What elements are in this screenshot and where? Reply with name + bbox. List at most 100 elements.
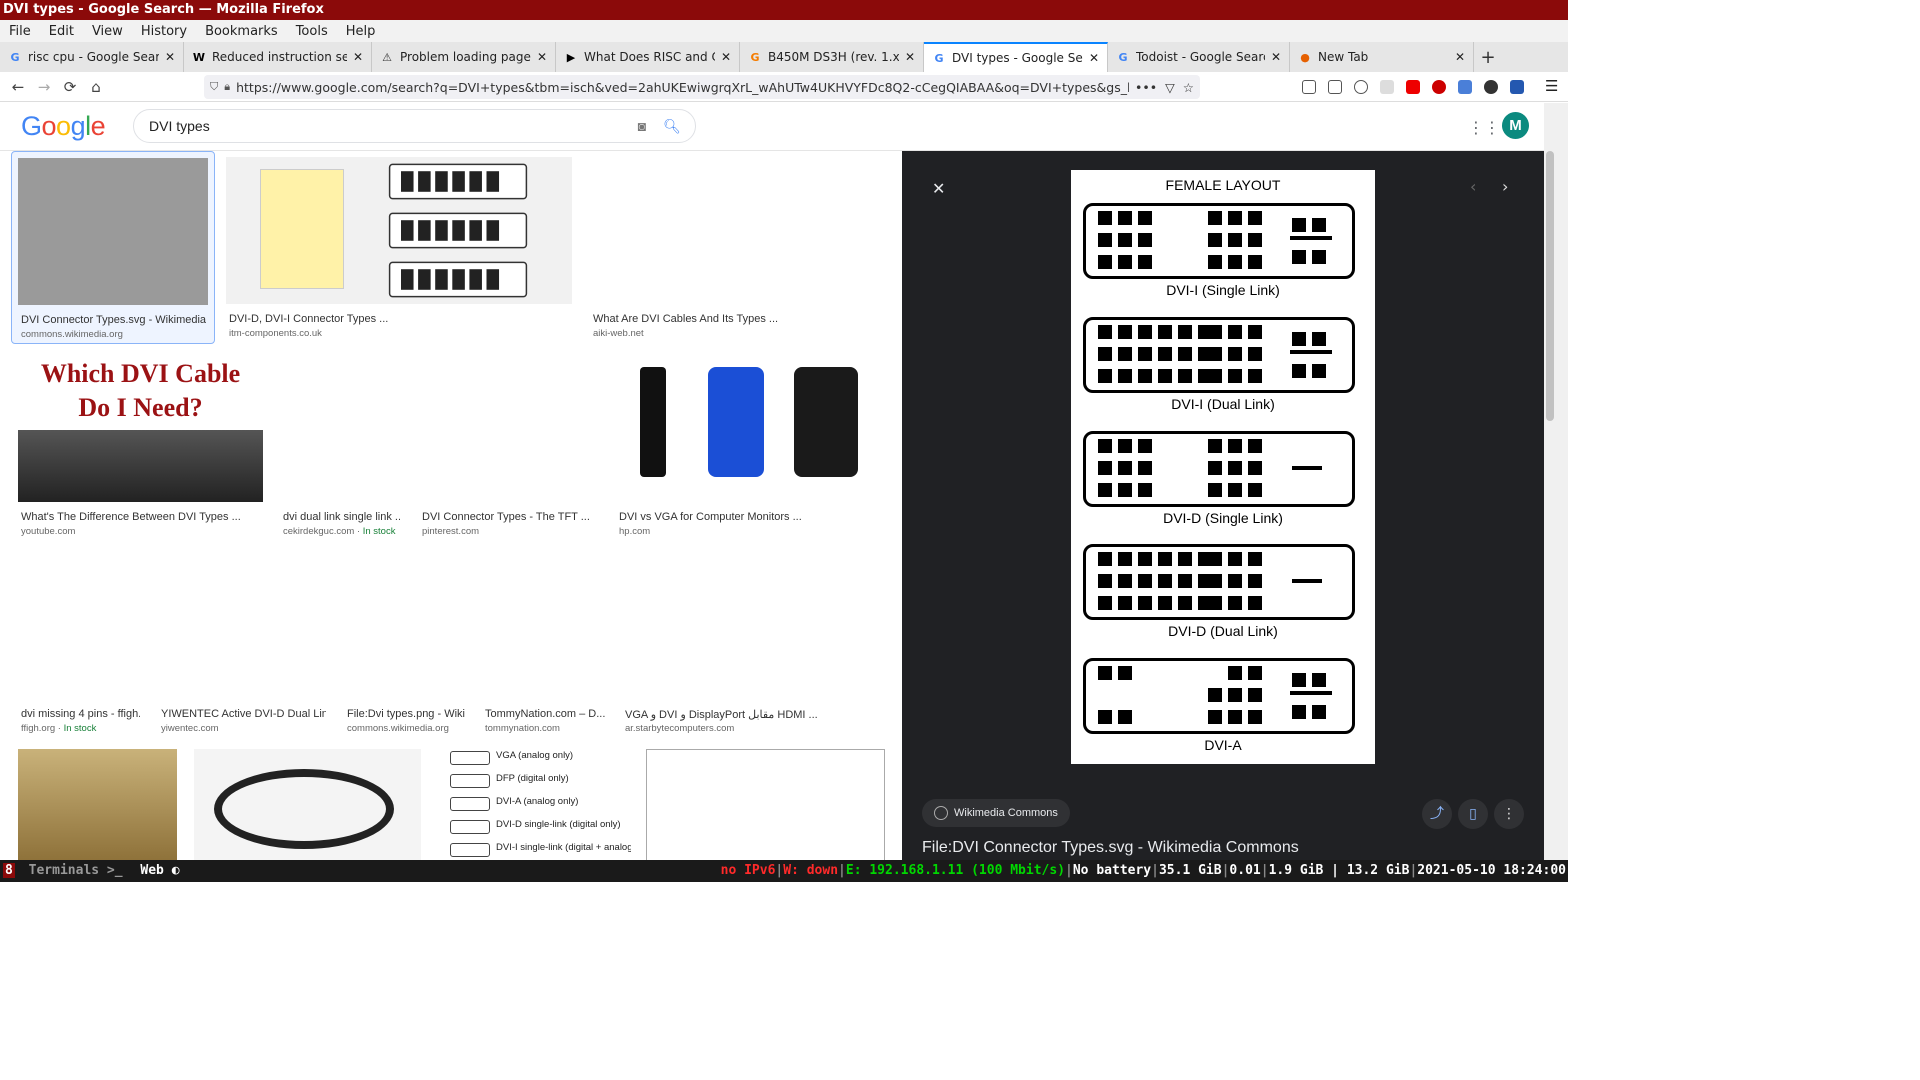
result-thumbnail[interactable]: VGA (analog only) DFP (digital only) DVI-A… [438,749,631,860]
new-tab-button[interactable]: + [1474,42,1502,72]
image-result[interactable] [646,749,885,860]
share-icon[interactable]: ⤴ [1422,799,1452,829]
result-caption[interactable]: YIWENTEC Active DVI-D Dual Link ... [161,708,326,720]
result-thumbnail[interactable] [616,355,885,502]
result-caption[interactable]: DVI Connector Types.svg - Wikimedia C... [21,314,208,326]
close-icon[interactable]: ✕ [932,179,945,198]
result-caption[interactable]: dvi dual link single link ... [283,511,400,523]
preview-title[interactable]: File:DVI Connector Types.svg - Wikimedia… [922,839,1299,857]
close-tab-icon[interactable]: ✕ [905,50,915,64]
google-logo[interactable]: Google [21,111,106,142]
close-tab-icon[interactable]: ✕ [1271,50,1281,64]
menu-edit[interactable]: Edit [40,24,83,39]
workspace-app-web[interactable]: Web ◐ [140,863,179,878]
tab-4[interactable]: ▶ What Does RISC and CISC ✕ [556,42,740,72]
page-actions-icon[interactable]: ••• [1135,80,1157,95]
source-chip[interactable]: Wikimedia Commons [922,799,1070,827]
tab-5[interactable]: G B450M DS3H (rev. 1.x) Ke ✕ [740,42,924,72]
extension-icon[interactable] [1380,80,1394,94]
workspace-number[interactable]: 8 [3,863,15,878]
image-result[interactable]: dvi missing 4 pins - ffigh... ffigh.org ·… [18,552,140,739]
home-button[interactable]: ⌂ [83,74,109,100]
result-thumbnail[interactable] [646,749,885,860]
result-thumbnail[interactable] [18,552,140,699]
menu-hamburger-icon[interactable]: ☰ [1545,77,1558,95]
tab-3[interactable]: ⚠ Problem loading page ✕ [372,42,556,72]
result-caption[interactable]: VGA و DVI و DisplayPort مقابل HDMI ... [625,708,885,721]
close-tab-icon[interactable]: ✕ [165,50,175,64]
ublock-icon[interactable] [1510,80,1524,94]
image-result[interactable] [194,749,421,860]
bookmark-icon[interactable]: ▯ [1458,799,1488,829]
adblock-icon[interactable] [1432,80,1446,94]
tab-6[interactable]: G DVI types - Google Searc ✕ [924,42,1108,72]
forward-button[interactable]: → [31,74,57,100]
menu-history[interactable]: History [132,24,196,39]
image-result[interactable]: DVI Connector Types.svg - Wikimedia C...… [11,151,215,344]
image-result[interactable]: DVI vs VGA for Computer Monitors ... hp.c… [616,355,885,542]
image-result[interactable]: VGA و DVI و DisplayPort مقابل HDMI ... ar… [622,552,885,739]
image-result[interactable]: YIWENTEC Active DVI-D Dual Link ... yiwen… [158,552,326,739]
youtube-extension-icon[interactable] [1406,80,1420,94]
result-thumbnail[interactable] [226,157,572,304]
result-thumbnail[interactable]: Which DVI Cable Do I Need? [18,355,263,502]
result-thumbnail[interactable] [280,355,400,502]
result-thumbnail[interactable] [482,552,605,699]
workspace-app-terminals[interactable]: Terminals >_ [29,863,123,878]
result-thumbnail[interactable] [622,552,885,699]
result-thumbnail[interactable] [194,749,421,860]
menu-tools[interactable]: Tools [287,24,337,39]
account-icon[interactable] [1354,80,1368,94]
tab-1[interactable]: Grisc cpu - Google Search ✕ [0,42,184,72]
result-caption[interactable]: DVI-D, DVI-I Connector Types ... [229,313,572,325]
result-thumbnail[interactable] [18,158,208,305]
chevron-right-icon[interactable]: › [1502,177,1508,196]
search-icon[interactable]: 🔍︎ [657,118,687,135]
more-options-icon[interactable]: ⋮ [1494,799,1524,829]
image-result[interactable]: dvi dual link single link ... cekirdekguc… [280,355,400,542]
url-bar[interactable]: ⛉ 🔒︎ https://www.google.com/search?q=DVI… [204,75,1200,99]
image-result[interactable]: What Are DVI Cables And Its Types ... aik… [590,157,885,344]
image-result[interactable]: TommyNation.com – D... tommynation.com [482,552,605,739]
close-tab-icon[interactable]: ✕ [353,50,363,64]
close-tab-icon[interactable]: ✕ [721,50,731,64]
pocket-icon[interactable]: ▽ [1165,80,1175,95]
result-thumbnail[interactable] [419,355,599,502]
result-thumbnail[interactable] [158,552,326,699]
library-icon[interactable] [1302,80,1316,94]
result-caption[interactable]: What Are DVI Cables And Its Types ... [593,313,885,325]
tab-8[interactable]: ● New Tab ✕ [1290,42,1474,72]
image-result[interactable]: File:Dvi types.png - Wiki... commons.wiki… [344,552,466,739]
tab-7[interactable]: G Todoist - Google Search ✕ [1108,42,1290,72]
result-thumbnail[interactable] [18,749,177,860]
chevron-left-icon[interactable]: ‹ [1470,177,1476,196]
image-result[interactable] [18,749,177,860]
image-result[interactable]: Which DVI Cable Do I Need? What's The Diff… [18,355,263,542]
menu-help[interactable]: Help [337,24,385,39]
translate-icon[interactable] [1458,80,1472,94]
avatar[interactable]: M [1502,112,1529,139]
search-input[interactable]: DVI types ◙ 🔍︎ [133,109,696,143]
menu-view[interactable]: View [83,24,132,39]
sidebar-icon[interactable] [1328,80,1342,94]
menu-file[interactable]: File [0,24,40,39]
image-result[interactable]: DVI Connector Types - The TFT ... pintere… [419,355,599,542]
reload-button[interactable]: ⟳ [57,74,83,100]
result-caption[interactable]: dvi missing 4 pins - ffigh... [21,708,140,720]
close-tab-icon[interactable]: ✕ [1455,50,1465,64]
result-caption[interactable]: What's The Difference Between DVI Types … [21,511,263,523]
result-thumbnail[interactable] [590,157,885,304]
tab-2[interactable]: W Reduced instruction set c ✕ [184,42,372,72]
back-button[interactable]: ← [5,74,31,100]
image-result[interactable]: VGA (analog only) DFP (digital only) DVI-A… [438,749,631,860]
camera-icon[interactable]: ◙ [627,118,657,134]
result-caption[interactable]: DVI Connector Types - The TFT ... [422,511,599,523]
result-caption[interactable]: TommyNation.com – D... [485,708,605,720]
result-caption[interactable]: File:Dvi types.png - Wiki... [347,708,466,720]
close-tab-icon[interactable]: ✕ [537,50,547,64]
privacy-extension-icon[interactable] [1484,80,1498,94]
bookmark-star-icon[interactable]: ☆ [1183,80,1194,95]
result-thumbnail[interactable] [344,552,466,699]
scrollbar-thumb[interactable] [1546,151,1554,421]
close-tab-icon[interactable]: ✕ [1089,51,1099,65]
